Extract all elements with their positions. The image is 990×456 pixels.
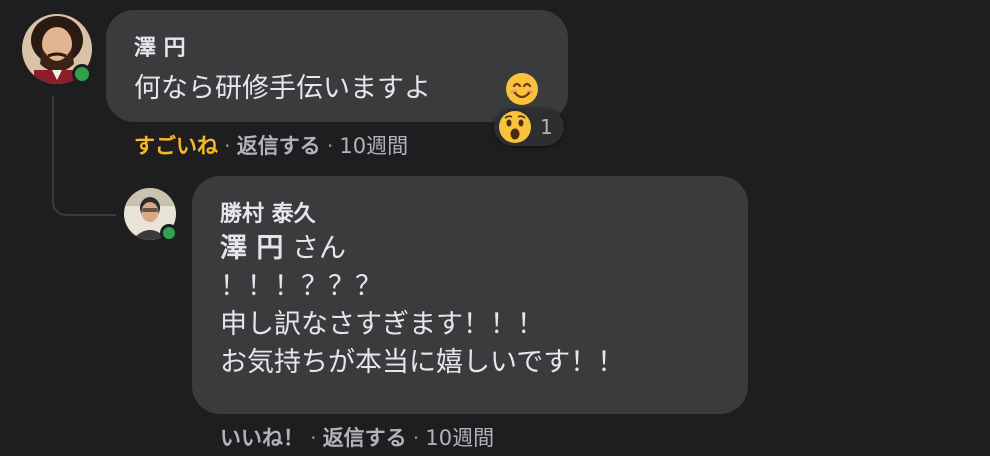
comment-author[interactable]: 澤 円: [134, 30, 186, 62]
reply-avatar[interactable]: [124, 188, 178, 242]
wow-reaction-icon: [497, 109, 533, 145]
like-button[interactable]: いいね！: [220, 426, 304, 450]
mention-link[interactable]: 澤 円: [220, 233, 283, 264]
reply-text-line: 申し訳なさすぎます！！！: [220, 309, 544, 340]
smiling-face-icon: [506, 73, 538, 105]
online-status-dot: [72, 64, 92, 84]
reply-bubble: 勝村 泰久 澤 円 さん ！！！？？？ 申し訳なさすぎます！！！ お気持ちが本当…: [192, 176, 748, 414]
separator: ·: [412, 426, 420, 450]
like-button[interactable]: すごいね: [134, 134, 218, 158]
separator: ·: [326, 134, 334, 158]
online-status-dot: [160, 224, 178, 242]
reply-mention-line: 澤 円 さん: [220, 230, 346, 268]
reaction-count: 1: [540, 115, 553, 139]
thread-connector: [52, 96, 116, 216]
timestamp[interactable]: 10週間: [425, 426, 494, 450]
reply-text-line: お気持ちが本当に嬉しいです！！: [220, 347, 625, 378]
avatar[interactable]: [22, 14, 92, 84]
separator: ·: [310, 426, 317, 450]
reaction-summary[interactable]: 1: [494, 108, 564, 146]
reply-button[interactable]: 返信する: [237, 134, 321, 158]
reply-button[interactable]: 返信する: [323, 426, 407, 450]
timestamp[interactable]: 10週間: [339, 134, 408, 158]
comment-actions: すごいね · 返信する · 10週間: [134, 130, 408, 160]
reply-actions: いいね！ · 返信する · 10週間: [220, 422, 494, 452]
mention-suffix: さん: [283, 233, 346, 264]
separator: ·: [224, 134, 231, 158]
reply-author[interactable]: 勝村 泰久: [220, 196, 316, 228]
comment-thread: 澤 円 何なら研修手伝いますよ 1 すごいね · 返信する · 10週間 勝村 …: [0, 0, 990, 456]
reply-text-line: ！！！？？？: [220, 271, 382, 302]
comment-bubble: 澤 円 何なら研修手伝いますよ: [106, 10, 568, 122]
comment-text: 何なら研修手伝いますよ: [134, 73, 431, 104]
